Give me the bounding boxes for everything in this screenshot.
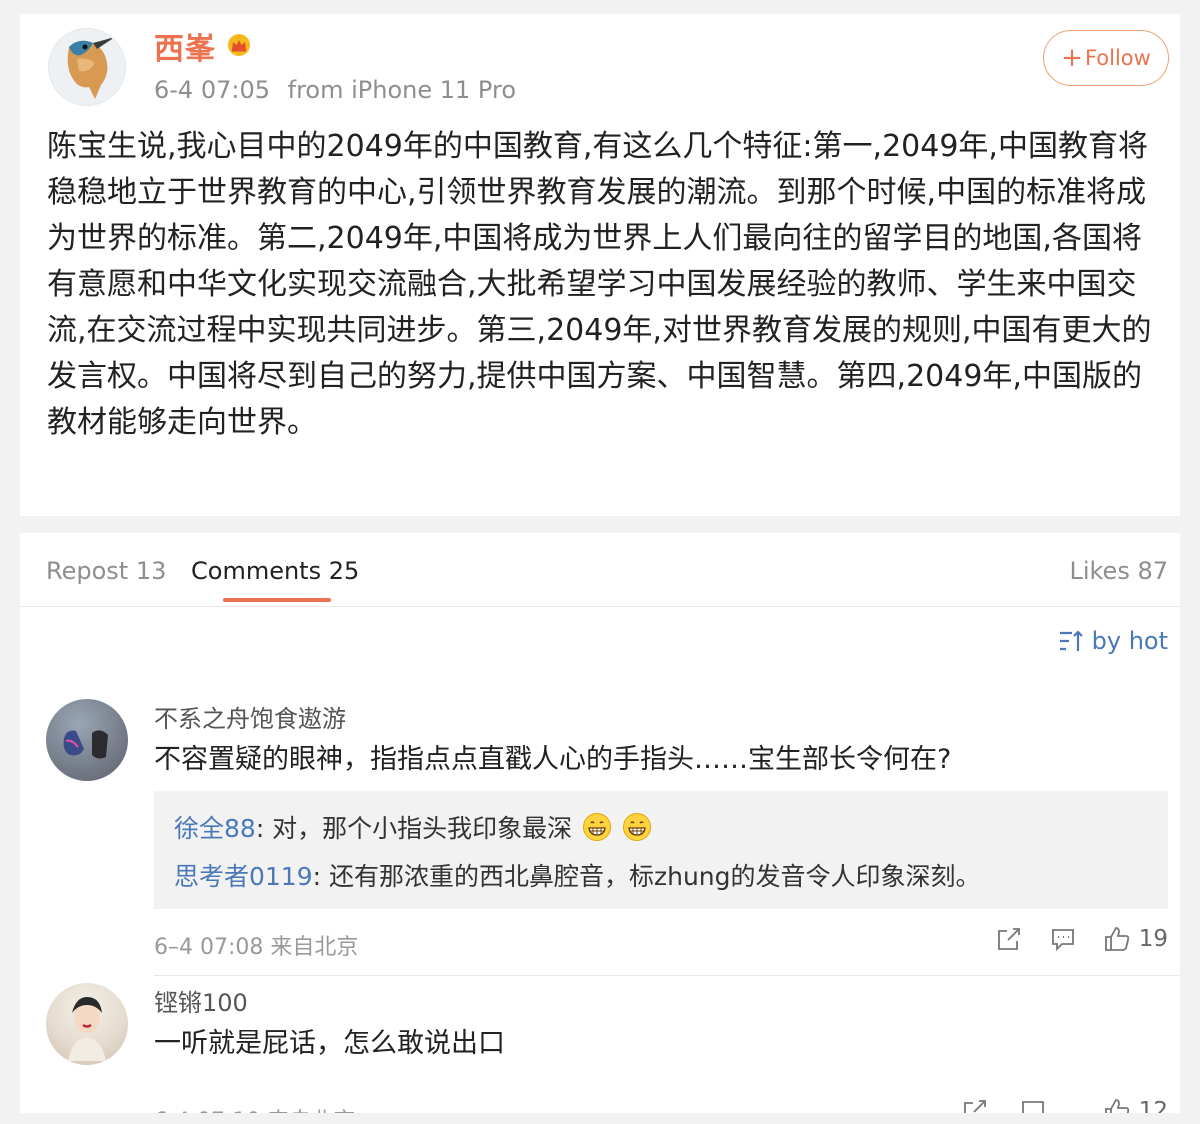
author-name[interactable]: 西峯: [154, 24, 216, 68]
tabs-divider: [20, 606, 1180, 607]
like-comment-button[interactable]: 12: [1073, 1097, 1168, 1113]
reply-list[interactable]: 徐全88: 对，那个小指头我印象最深 思考者0119: 还有那浓重的西北鼻腔音，…: [154, 791, 1168, 909]
reply-user[interactable]: 徐全88: [174, 814, 256, 843]
like-count: 12: [1138, 1098, 1168, 1113]
tab-likes[interactable]: Likes 87: [1069, 557, 1168, 585]
comment-item: 不系之舟饱食遨游 不容置疑的眼神，指指点点直戳人心的手指头……宝生部长令何在? …: [20, 691, 1180, 976]
sort-label: by hot: [1091, 627, 1168, 655]
reply-text: : 还有那浓重的西北鼻腔音，标zhung的发音令人印象深刻。: [312, 862, 981, 891]
follow-button[interactable]: + Follow: [1043, 30, 1169, 86]
commenter-name[interactable]: 铿锵100: [154, 983, 248, 1018]
reply-comment-button[interactable]: [1049, 925, 1077, 953]
comment-text: 一听就是屁话，怎么敢说出口: [154, 1028, 505, 1059]
comment-actions: 19: [969, 925, 1168, 953]
reply-item: 思考者0119: 还有那浓重的西北鼻腔音，标zhung的发音令人印象深刻。: [174, 853, 1148, 901]
kingfisher-avatar-icon: [49, 29, 125, 105]
post-timestamp: 6-4 07:05: [154, 76, 270, 104]
like-comment-button[interactable]: 19: [1103, 925, 1168, 953]
comment-item: 铿锵100 一听就是屁话，怎么敢说出口 6-4 07:10 来自北京 12: [20, 975, 1180, 1113]
commenter-name[interactable]: 不系之舟饱食遨游: [154, 699, 346, 734]
post-meta: 6-4 07:05 from iPhone 11 Pro: [154, 76, 516, 104]
crown-icon: [228, 34, 250, 56]
plus-icon: +: [1061, 43, 1083, 73]
comment-time: 6-4 07:10 来自北京: [154, 1103, 355, 1113]
commenter-avatar[interactable]: [46, 699, 128, 781]
tab-comments[interactable]: Comments 25: [191, 557, 359, 585]
comment-time: 6–4 07:08 来自北京: [154, 935, 359, 960]
commenter-avatar[interactable]: [46, 983, 128, 1065]
sort-icon: [1059, 630, 1083, 651]
comment-actions: 12: [931, 1097, 1168, 1113]
post-source: from iPhone 11 Pro: [287, 76, 517, 104]
share-icon: [997, 928, 1020, 950]
thumbs-up-icon: [1104, 927, 1129, 951]
grin-emoji-icon: [583, 813, 612, 841]
grin-emoji-icon: [623, 813, 652, 841]
tab-repost[interactable]: Repost 13: [46, 557, 166, 585]
repost-comment-button[interactable]: [995, 925, 1023, 953]
post-text: 陈宝生说,我心目中的2049年的中国教育,有这么几个特征:第一,2049年,中国…: [47, 129, 1152, 440]
reply-item: 徐全88: 对，那个小指头我印象最深: [174, 805, 1148, 853]
sort-by-hot-button[interactable]: by hot: [1058, 627, 1168, 655]
reply-text: : 对，那个小指头我印象最深: [255, 814, 573, 843]
post-card: 西峯 6-4 07:05 from iPhone 11 Pro + Follow…: [20, 14, 1180, 516]
comments-section: Repost 13 Comments 25 Likes 87 by hot 不系…: [20, 533, 1180, 1113]
shoes-avatar-icon: [63, 730, 108, 759]
comment-icon: [1051, 929, 1074, 952]
share-icon[interactable]: [961, 1097, 989, 1113]
active-tab-indicator: [223, 598, 331, 602]
like-count: 19: [1138, 926, 1168, 952]
author-avatar[interactable]: [48, 28, 126, 106]
follow-label: Follow: [1084, 46, 1151, 70]
thumbs-up-icon: [1104, 1099, 1129, 1113]
comment-icon[interactable]: [1019, 1097, 1047, 1113]
reply-user[interactable]: 思考者0119: [174, 862, 313, 891]
comment-text: 不容置疑的眼神，指指点点直戳人心的手指头……宝生部长令何在?: [154, 744, 952, 775]
portrait-avatar-icon: [68, 997, 106, 1061]
